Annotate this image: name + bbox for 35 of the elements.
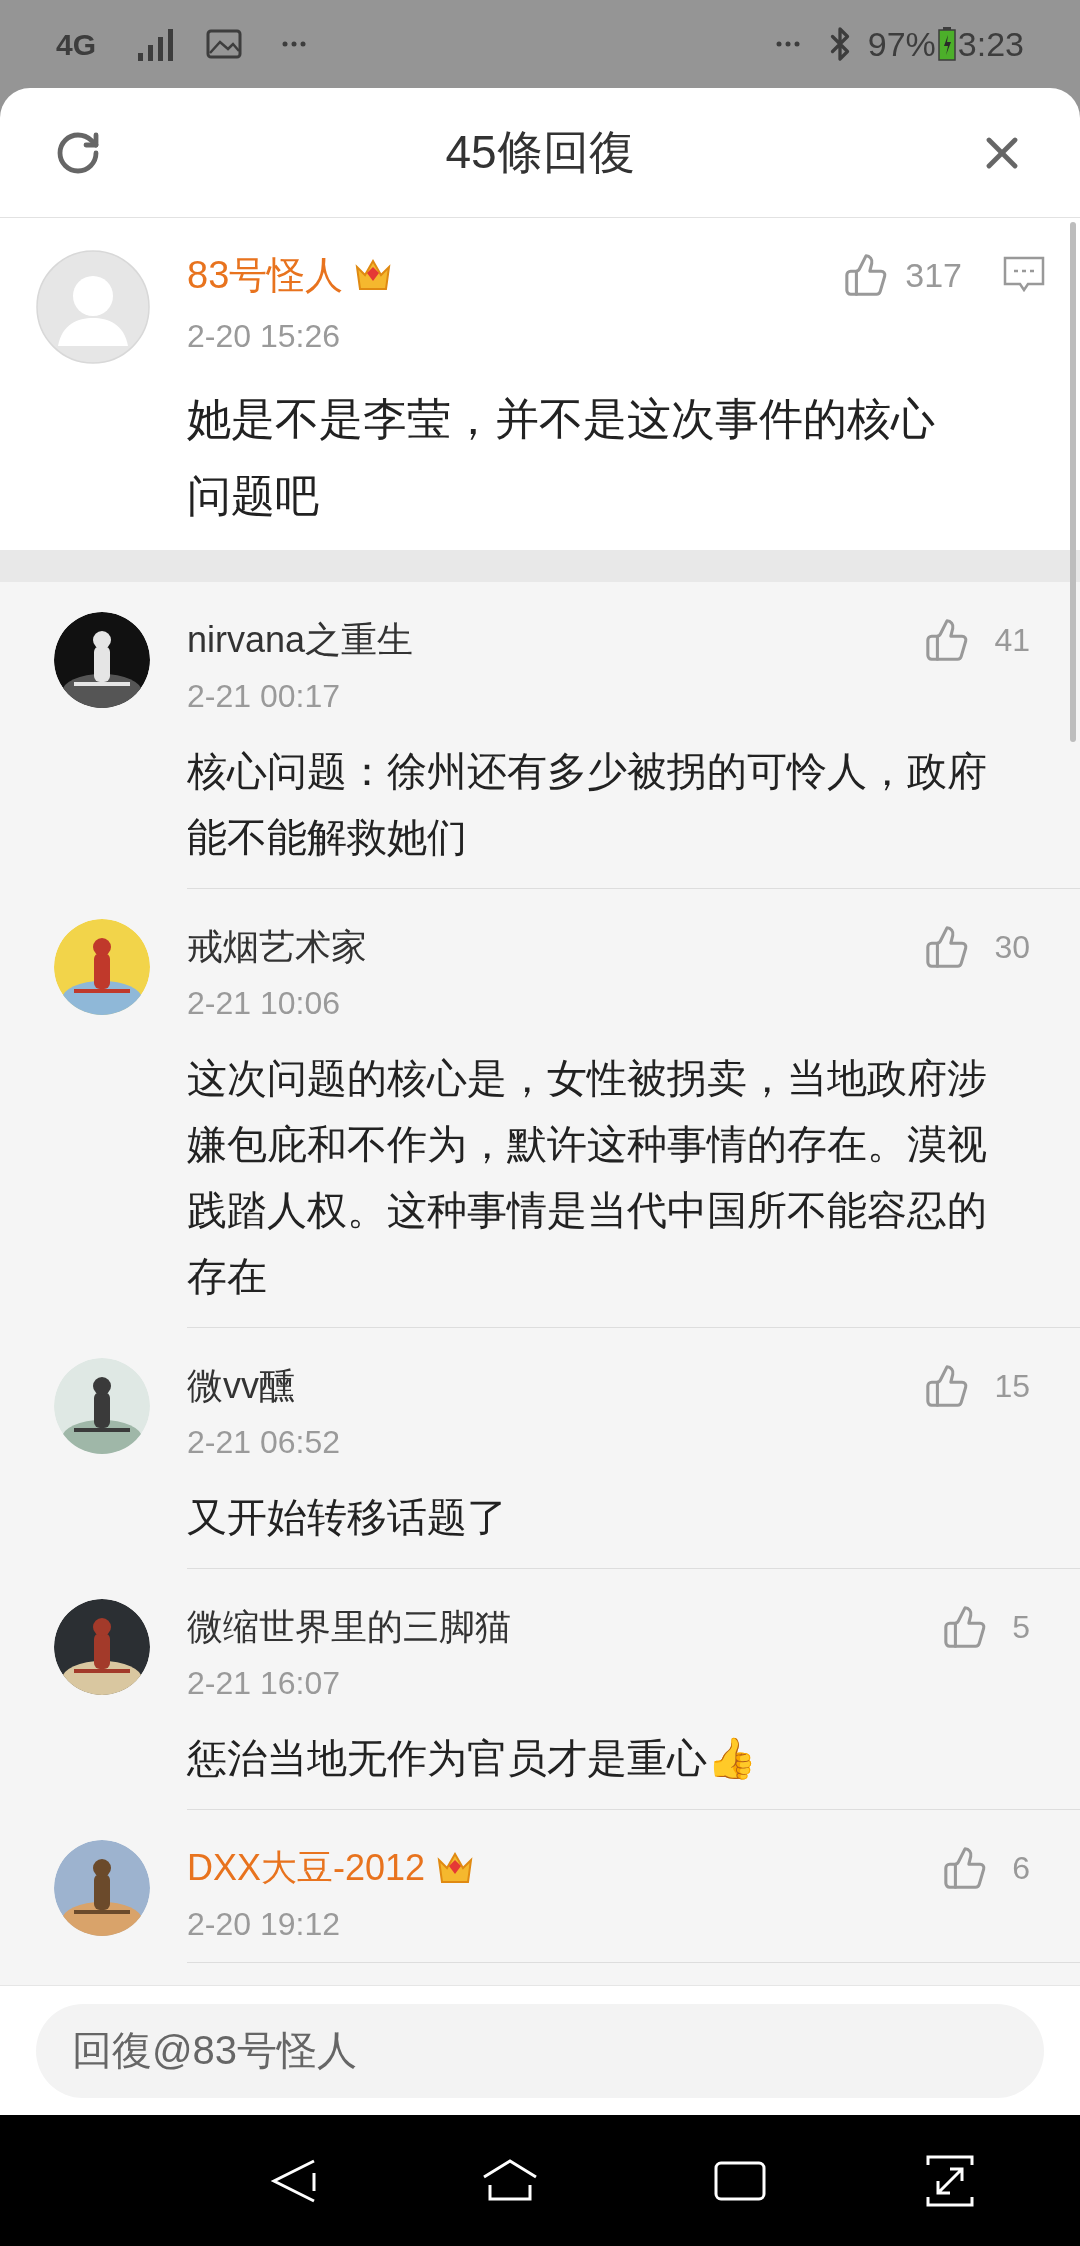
comment-time: 2-21 06:52 xyxy=(187,1423,341,1462)
comment-time: 2-20 15:26 xyxy=(187,317,341,356)
like-button[interactable]: 5 xyxy=(942,1603,1030,1651)
comment-text: 她是不是李莹，并不是这次事件的核心问题吧 xyxy=(187,393,936,522)
author-name[interactable]: 戒烟艺术家 xyxy=(187,920,367,974)
more-icon xyxy=(282,41,307,47)
author-name[interactable]: DXX大豆-2012 xyxy=(187,1841,426,1895)
battery-percent: 97% xyxy=(867,23,936,65)
image-icon xyxy=(206,29,243,59)
like-button[interactable]: 30 xyxy=(924,923,1030,971)
like-button[interactable]: 41 xyxy=(924,616,1030,664)
comment-text: 惩治当地无作为官员才是重心👍 xyxy=(187,1735,758,1782)
author-name[interactable]: nirvana之重生 xyxy=(187,613,414,667)
like-button[interactable]: 6 xyxy=(942,1844,1030,1892)
comment-text: 核心问题：徐州还有多少被拐的可怜人，政府能不能解救她们 xyxy=(187,748,988,861)
author-name[interactable]: 83号怪人 xyxy=(187,246,344,304)
comment-time: 2-21 10:06 xyxy=(187,984,341,1023)
comment-time: 2-20 19:12 xyxy=(187,1905,341,1944)
more-icon xyxy=(775,41,800,47)
comment-text: 这次问题的核心是，女性被拐卖，当地政府涉嫌包庇和不作为，默许这种事情的存在。漠视践踏人权。这种事情是当代中国所不能容忍的存在 xyxy=(187,1055,988,1300)
reply-field[interactable]: 回復@83号怪人 xyxy=(36,2003,1044,2098)
reply-icon[interactable] xyxy=(1002,255,1046,295)
comment-time: 2-21 16:07 xyxy=(187,1664,341,1703)
comment-time: 2-21 00:17 xyxy=(187,677,341,716)
comment-text: 又开始转移话题了 xyxy=(187,1494,508,1541)
clock: 3:23 xyxy=(957,23,1024,65)
like-button[interactable]: 317 xyxy=(843,249,962,301)
author-name[interactable]: 微vv醺 xyxy=(187,1359,295,1413)
network-label: 4G xyxy=(56,26,97,63)
battery-icon xyxy=(937,27,956,61)
comment-icon xyxy=(1002,255,1046,295)
like-button[interactable]: 15 xyxy=(924,1362,1030,1410)
avatar-icon xyxy=(36,250,150,364)
author-name[interactable]: 微缩世界里的三脚猫 xyxy=(187,1600,511,1654)
header-title: 45條回復 xyxy=(445,125,635,180)
